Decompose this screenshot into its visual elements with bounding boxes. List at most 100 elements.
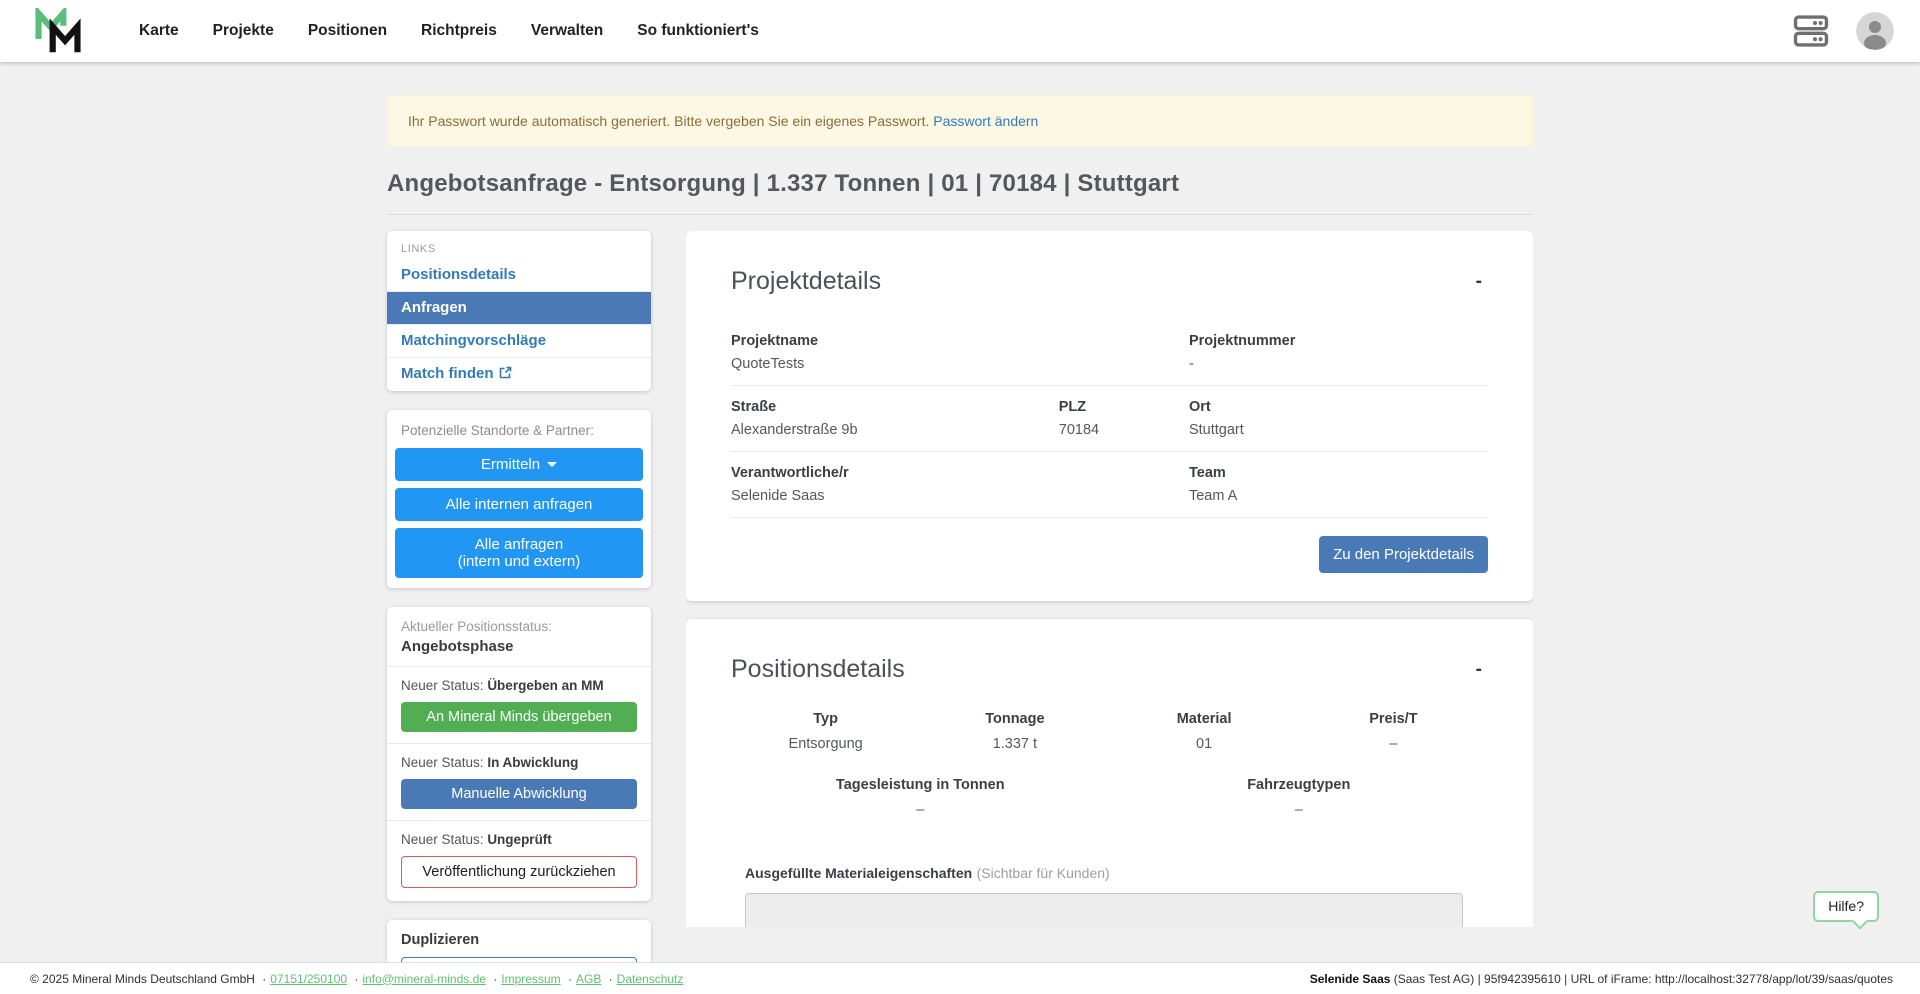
material-properties-hint: (Sichtbar für Kunden) xyxy=(977,865,1110,881)
position-row-1: TypEntsorgung Tonnage1.337 t Material01 … xyxy=(731,711,1488,752)
separator: · xyxy=(568,972,572,986)
separator: · xyxy=(354,972,358,986)
duplicate-label: Duplizieren xyxy=(401,932,637,948)
field-value: Team A xyxy=(1189,488,1488,504)
sidebar-link-matchingvorschlaege[interactable]: Matchingvorschläge xyxy=(387,324,651,357)
field-value: - xyxy=(1189,356,1488,372)
navbar-right xyxy=(1792,12,1894,50)
alle-anfragen-button[interactable]: Alle anfragen (intern und extern) xyxy=(395,528,643,578)
field-value: Alexanderstraße 9b xyxy=(731,422,1059,438)
field-label: Preis/T xyxy=(1299,711,1488,727)
footer-datenschutz-link[interactable]: Datenschutz xyxy=(617,972,684,986)
projektdetails-title: Projektdetails xyxy=(731,267,881,296)
an-mineral-minds-uebergeben-button[interactable]: An Mineral Minds übergeben xyxy=(401,702,637,732)
project-row-2: Straße Alexanderstraße 9b PLZ 70184 Ort Stu… xyxy=(731,386,1488,452)
ermitteln-button[interactable]: Ermitteln xyxy=(395,448,643,481)
nav-item-positionen[interactable]: Positionen xyxy=(308,22,387,40)
footer: © 2025 Mineral Minds Deutschland GmbH · 0… xyxy=(0,962,1920,994)
links-panel-header: LINKS xyxy=(387,231,651,259)
field-label: Ort xyxy=(1189,399,1488,415)
partners-panel: Potenzielle Standorte & Partner: Ermitte… xyxy=(387,410,651,588)
match-finden-label: Match finden xyxy=(401,365,494,382)
mineral-minds-logo[interactable] xyxy=(33,8,83,54)
links-panel: LINKS Positionsdetails Anfragen Matching… xyxy=(387,231,651,391)
server-icon[interactable] xyxy=(1792,14,1830,48)
footer-impressum-link[interactable]: Impressum xyxy=(501,972,560,986)
partners-label: Potenzielle Standorte & Partner: xyxy=(395,419,643,441)
separator: · xyxy=(493,972,497,986)
external-link-icon xyxy=(499,366,512,383)
field-label: Team xyxy=(1189,465,1488,481)
sidebar-link-match-finden[interactable]: Match finden xyxy=(387,357,651,391)
new-status-line-2: Neuer Status: In Abwicklung xyxy=(401,755,637,770)
divider xyxy=(387,820,651,821)
position-row-2: Tagesleistung in Tonnen– Fahrzeugtypen– xyxy=(731,777,1488,818)
field-label: Straße xyxy=(731,399,1059,415)
positionsdetails-card: Positionsdetails - Typ Entsorgung Tonnage… xyxy=(686,619,1533,927)
new-status-line-3: Neuer Status: Ungeprüft xyxy=(401,832,637,847)
field-label: Material xyxy=(1110,711,1299,727)
field-value: – xyxy=(1299,736,1488,752)
sidebar-link-anfragen[interactable]: Anfragen xyxy=(387,291,651,324)
footer-session-info: Selenide Saas (Saas Test AG) | 95f942395… xyxy=(1310,972,1893,986)
field-label: Projektnummer xyxy=(1189,333,1488,349)
alle-anfragen-line1: Alle anfragen xyxy=(475,536,563,553)
field-label: Fahrzeugtypen xyxy=(1110,777,1489,793)
password-alert: Ihr Passwort wurde automatisch generiert… xyxy=(387,95,1533,147)
nav-item-karte[interactable]: Karte xyxy=(139,22,179,40)
change-password-link[interactable]: Passwort ändern xyxy=(933,113,1038,129)
collapse-projektdetails-button[interactable]: - xyxy=(1470,270,1488,293)
field-value: 1.337 t xyxy=(920,736,1109,752)
zu-den-projektdetails-button[interactable]: Zu den Projektdetails xyxy=(1319,536,1488,573)
field-value: QuoteTests xyxy=(731,356,1189,372)
user-avatar-icon[interactable] xyxy=(1856,12,1894,50)
manuelle-abwicklung-button[interactable]: Manuelle Abwicklung xyxy=(401,779,637,809)
status-panel: Aktueller Positionsstatus: Angebotsphase… xyxy=(387,607,651,901)
divider xyxy=(387,743,651,744)
nav-item-verwalten[interactable]: Verwalten xyxy=(531,22,603,40)
footer-user-name: Selenide Saas xyxy=(1310,972,1391,986)
field-label: Verantwortliche/r xyxy=(731,465,1189,481)
nav-item-richtpreis[interactable]: Richtpreis xyxy=(421,22,497,40)
material-properties-block: Ausgefüllte Materialeigenschaften (Sicht… xyxy=(731,865,1488,883)
field-value: Stuttgart xyxy=(1189,422,1488,438)
current-status-label: Aktueller Positionsstatus: xyxy=(401,619,637,634)
field-label: Projektname xyxy=(731,333,1189,349)
copyright-text: © 2025 Mineral Minds Deutschland GmbH xyxy=(30,972,255,986)
field-label: PLZ xyxy=(1059,399,1189,415)
password-alert-text: Ihr Passwort wurde automatisch generiert… xyxy=(408,113,929,129)
field-value: – xyxy=(1110,802,1489,818)
separator: · xyxy=(609,972,613,986)
field-value: Entsorgung xyxy=(731,736,920,752)
material-properties-label: Ausgefüllte Materialeigenschaften xyxy=(745,865,972,881)
page-title: Angebotsanfrage - Entsorgung | 1.337 Ton… xyxy=(387,170,1533,215)
main-content: Projektdetails - Projektname QuoteTests P… xyxy=(686,231,1533,927)
footer-agb-link[interactable]: AGB xyxy=(576,972,601,986)
collapse-positionsdetails-button[interactable]: - xyxy=(1470,658,1488,681)
sidebar: LINKS Positionsdetails Anfragen Matching… xyxy=(387,231,651,994)
chevron-down-icon xyxy=(547,462,557,467)
divider xyxy=(387,666,651,667)
ermitteln-label: Ermitteln xyxy=(481,456,540,473)
help-button[interactable]: Hilfe? xyxy=(1813,891,1879,922)
top-navbar: Karte Projekte Positionen Richtpreis Ver… xyxy=(0,0,1920,62)
current-status-value: Angebotsphase xyxy=(401,638,637,655)
footer-session-details: (Saas Test AG) | 95f942395610 | URL of i… xyxy=(1390,972,1893,986)
field-label: Typ xyxy=(731,711,920,727)
field-value: 01 xyxy=(1110,736,1299,752)
field-label: Tagesleistung in Tonnen xyxy=(731,777,1110,793)
nav-item-so-funktionierts[interactable]: So funktioniert's xyxy=(637,22,759,40)
field-label: Tonnage xyxy=(920,711,1109,727)
field-value: Selenide Saas xyxy=(731,488,1189,504)
nav-item-projekte[interactable]: Projekte xyxy=(213,22,274,40)
sidebar-link-positionsdetails[interactable]: Positionsdetails xyxy=(387,259,651,291)
field-value: – xyxy=(731,802,1110,818)
footer-phone-link[interactable]: 07151/250100 xyxy=(270,972,347,986)
alle-internen-anfragen-button[interactable]: Alle internen anfragen xyxy=(395,488,643,521)
field-value: 70184 xyxy=(1059,422,1189,438)
alle-anfragen-line2: (intern und extern) xyxy=(458,553,581,570)
veroeffentlichung-zurueckziehen-button[interactable]: Veröffentlichung zurückziehen xyxy=(401,856,637,888)
footer-email-link[interactable]: info@mineral-minds.de xyxy=(362,972,486,986)
material-properties-textarea[interactable] xyxy=(745,893,1463,927)
positionsdetails-title: Positionsdetails xyxy=(731,655,905,684)
